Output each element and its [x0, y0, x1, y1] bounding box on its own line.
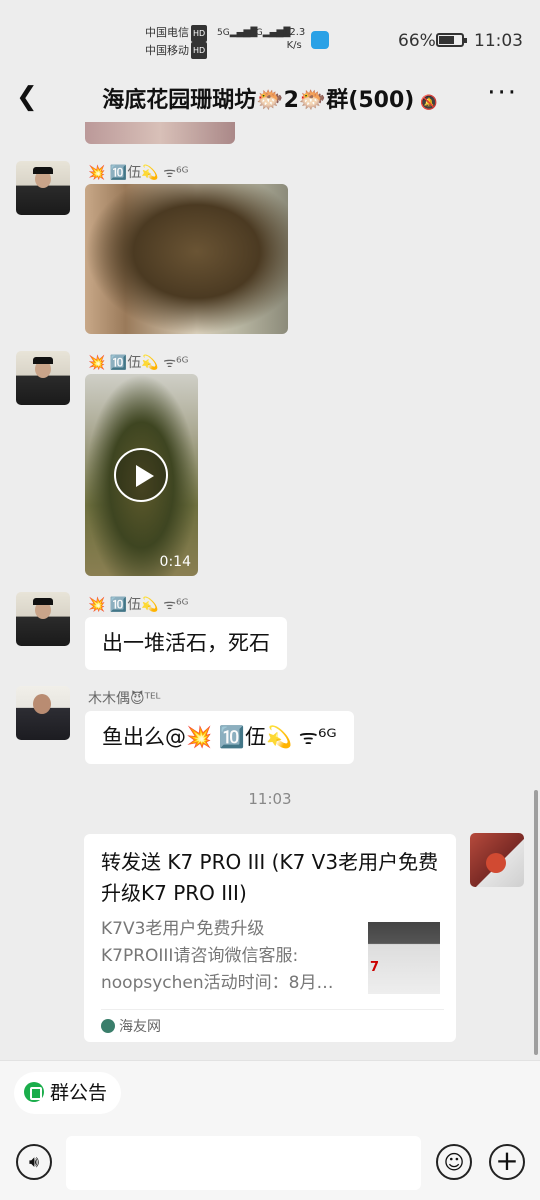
- sender-name: 💥 🔟伍💫 ᯤ⁶ᴳ: [88, 355, 189, 371]
- message-input[interactable]: [66, 1136, 421, 1190]
- input-bar: 群公告 🔊︎ ☺ +: [0, 1060, 540, 1200]
- play-icon[interactable]: [114, 448, 168, 502]
- announcement-button[interactable]: 群公告: [14, 1072, 122, 1114]
- net-speed: 12.3 K/s: [283, 27, 306, 51]
- text-message[interactable]: 出一堆活石，死石: [85, 617, 287, 670]
- text-message[interactable]: 鱼出么@💥 🔟伍💫 ᯤ⁶ᴳ: [85, 711, 354, 764]
- carrier-2: 中国移动: [145, 43, 189, 57]
- emoji-icon[interactable]: ☺: [436, 1144, 472, 1180]
- battery-icon: [436, 33, 467, 47]
- status-bar: 中国电信 HD 中国移动 HD 5G▂▄▆█ 4G▂▄▆█ 12.3 K/s 66%…: [0, 0, 540, 70]
- avatar[interactable]: [16, 161, 70, 215]
- scrollbar[interactable]: [534, 790, 538, 1055]
- sender-name: 木木偶😈ᵀᴱᴸ: [88, 691, 161, 707]
- carrier-info: 中国电信 HD 中国移动 HD: [145, 24, 208, 59]
- link-card[interactable]: 转发送 K7 PRO III (K7 V3老用户免费升级K7 PRO III) …: [84, 834, 456, 1042]
- status-time: 11:03: [474, 31, 523, 51]
- image-message[interactable]: [85, 184, 288, 334]
- video-message[interactable]: 0:14: [85, 374, 198, 576]
- battery-percent: 66%: [398, 31, 436, 51]
- avatar[interactable]: [16, 686, 70, 740]
- avatar[interactable]: [470, 833, 524, 887]
- more-icon[interactable]: ···: [487, 78, 518, 108]
- sender-name: 💥 🔟伍💫 ᯤ⁶ᴳ: [88, 597, 189, 613]
- image-message[interactable]: [85, 122, 235, 144]
- time-separator: 11:03: [248, 790, 292, 808]
- link-card-title: 转发送 K7 PRO III (K7 V3老用户免费升级K7 PRO III): [101, 850, 439, 905]
- link-card-thumbnail: 7: [368, 922, 440, 994]
- video-duration: 0:14: [159, 554, 191, 570]
- source-logo-icon: [101, 1019, 115, 1033]
- link-card-description: K7V3老用户免费升级 K7PROIII请咨询微信客服: noopsychen活…: [101, 919, 334, 993]
- bell-off-icon: 🔕: [420, 95, 438, 111]
- carrier-1: 中国电信: [145, 26, 189, 39]
- divider: [101, 1009, 444, 1010]
- plus-icon[interactable]: +: [489, 1144, 525, 1180]
- chat-title[interactable]: 海底花园珊瑚坊🐡2🐡群(500) 🔕: [0, 82, 540, 114]
- hd-badge: HD: [191, 24, 208, 42]
- voice-icon[interactable]: 🔊︎: [16, 1144, 52, 1180]
- avatar[interactable]: [16, 592, 70, 646]
- avatar[interactable]: [16, 351, 70, 405]
- hd-badge: HD: [191, 42, 208, 59]
- announcement-icon: [24, 1082, 44, 1102]
- link-card-source: 海友网: [101, 1016, 161, 1036]
- qq-browser-icon: [311, 31, 329, 49]
- chat-header: ❮ 海底花园珊瑚坊🐡2🐡群(500) 🔕 ···: [0, 70, 540, 122]
- sender-name: 💥 🔟伍💫 ᯤ⁶ᴳ: [88, 165, 189, 181]
